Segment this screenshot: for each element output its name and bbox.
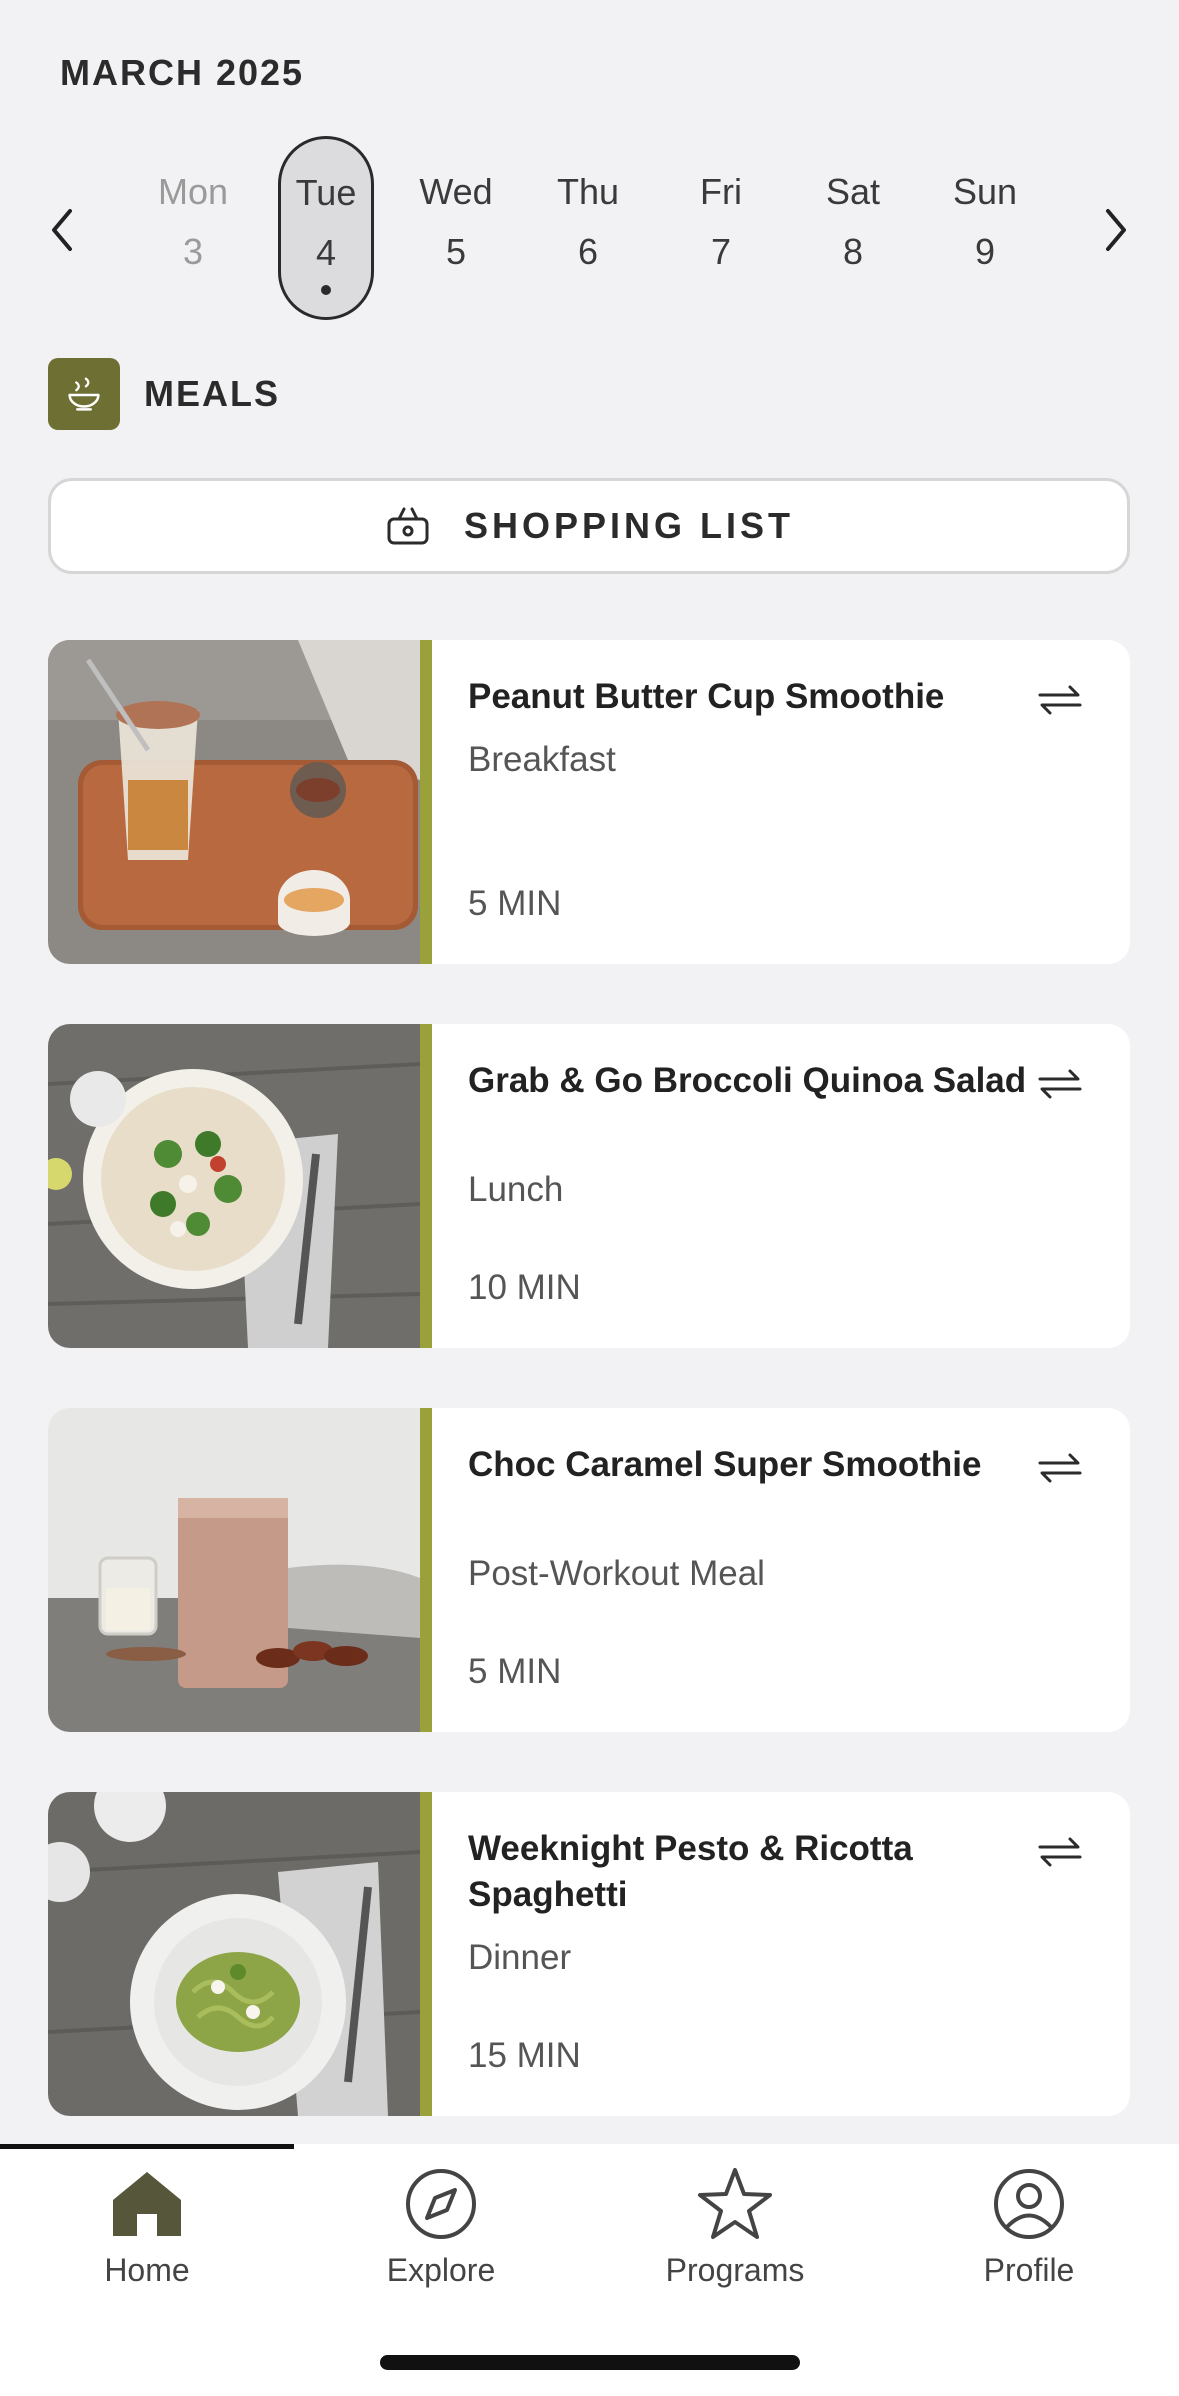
tab-home[interactable]: Home: [0, 2166, 294, 2289]
swap-icon[interactable]: [1038, 682, 1082, 718]
day-date: 9: [974, 231, 996, 272]
tab-label: Programs: [665, 2252, 805, 2288]
day-wed[interactable]: Wed 5: [408, 136, 504, 320]
star-icon: [698, 2168, 772, 2239]
day-date: 6: [577, 231, 599, 272]
accent-stripe: [420, 1024, 432, 1348]
tab-programs[interactable]: Programs: [588, 2166, 882, 2289]
tab-explore[interactable]: Explore: [294, 2166, 588, 2289]
day-name: Tue: [295, 172, 357, 213]
meal-card-post-workout[interactable]: Choc Caramel Super Smoothie Post-Workout…: [48, 1408, 1130, 1732]
meal-title: Weeknight Pesto & Ricotta Spaghetti: [468, 1829, 913, 1914]
day-name: Thu: [556, 171, 620, 212]
tab-profile[interactable]: Profile: [882, 2166, 1176, 2289]
next-week-button[interactable]: [1090, 200, 1140, 260]
day-fri[interactable]: Fri 7: [673, 136, 769, 320]
day-name: Fri: [700, 171, 742, 212]
accent-stripe: [420, 1408, 432, 1732]
chevron-right-icon: [1106, 209, 1126, 251]
meal-time: 10 MIN: [468, 1268, 581, 1307]
tab-label: Explore: [386, 2252, 496, 2288]
meal-card-breakfast[interactable]: Peanut Butter Cup Smoothie Breakfast 5 M…: [48, 640, 1130, 964]
home-indicator: [380, 2355, 800, 2370]
swap-icon[interactable]: [1038, 1066, 1082, 1102]
day-date: 4: [315, 232, 337, 273]
smoothie-photo: [48, 640, 420, 964]
accent-stripe: [420, 1792, 432, 2116]
day-tue-selected[interactable]: Tue 4: [278, 136, 374, 320]
meal-type: Lunch: [468, 1170, 564, 1209]
active-tab-indicator: [0, 2144, 294, 2149]
day-name: Sat: [825, 171, 881, 212]
salad-photo: [48, 1024, 420, 1348]
shopping-list-button[interactable]: SHOPPING LIST: [48, 478, 1130, 574]
day-name: Mon: [157, 171, 229, 212]
spaghetti-photo: [48, 1792, 420, 2116]
meal-time: 15 MIN: [468, 2036, 581, 2075]
meal-bowl-icon: [48, 358, 120, 430]
meal-type: Breakfast: [468, 740, 616, 779]
day-date: 8: [842, 231, 864, 272]
day-sun[interactable]: Sun 9: [937, 136, 1033, 320]
meal-card-lunch[interactable]: Grab & Go Broccoli Quinoa Salad Lunch 10…: [48, 1024, 1130, 1348]
compass-icon: [406, 2169, 476, 2239]
meal-title: Peanut Butter Cup Smoothie: [468, 677, 945, 716]
home-icon: [113, 2172, 181, 2236]
swap-icon[interactable]: [1038, 1834, 1082, 1870]
day-date: 7: [710, 231, 732, 272]
meal-title: Grab & Go Broccoli Quinoa Salad: [468, 1061, 1027, 1100]
meal-title: Choc Caramel Super Smoothie: [468, 1445, 982, 1484]
tab-label: Home: [104, 2252, 190, 2288]
meals-section-header: MEALS: [48, 358, 280, 430]
meal-time: 5 MIN: [468, 1652, 562, 1691]
today-dot: [321, 285, 331, 295]
shopping-list-label: SHOPPING LIST: [463, 505, 795, 546]
previous-week-button[interactable]: [38, 200, 88, 260]
meal-time: 5 MIN: [468, 884, 562, 923]
tab-label: Profile: [983, 2252, 1075, 2288]
meal-card-dinner[interactable]: Weeknight Pesto & Ricotta Spaghetti Dinn…: [48, 1792, 1130, 2116]
meals-label: MEALS: [144, 373, 280, 414]
day-mon[interactable]: Mon 3: [145, 136, 241, 320]
day-name: Wed: [419, 171, 493, 212]
profile-icon: [994, 2169, 1064, 2239]
day-date: 5: [445, 231, 467, 272]
shopping-basket-icon: [387, 507, 429, 545]
swap-icon[interactable]: [1038, 1450, 1082, 1486]
month-title: MARCH 2025: [60, 52, 305, 93]
day-sat[interactable]: Sat 8: [805, 136, 901, 320]
meal-type: Dinner: [468, 1938, 572, 1977]
meal-type: Post-Workout Meal: [468, 1554, 765, 1593]
accent-stripe: [420, 640, 432, 964]
choc-smoothie-photo: [48, 1408, 420, 1732]
day-date: 3: [182, 231, 204, 272]
chevron-left-icon: [52, 209, 72, 251]
day-name: Sun: [952, 171, 1018, 212]
day-thu[interactable]: Thu 6: [540, 136, 636, 320]
